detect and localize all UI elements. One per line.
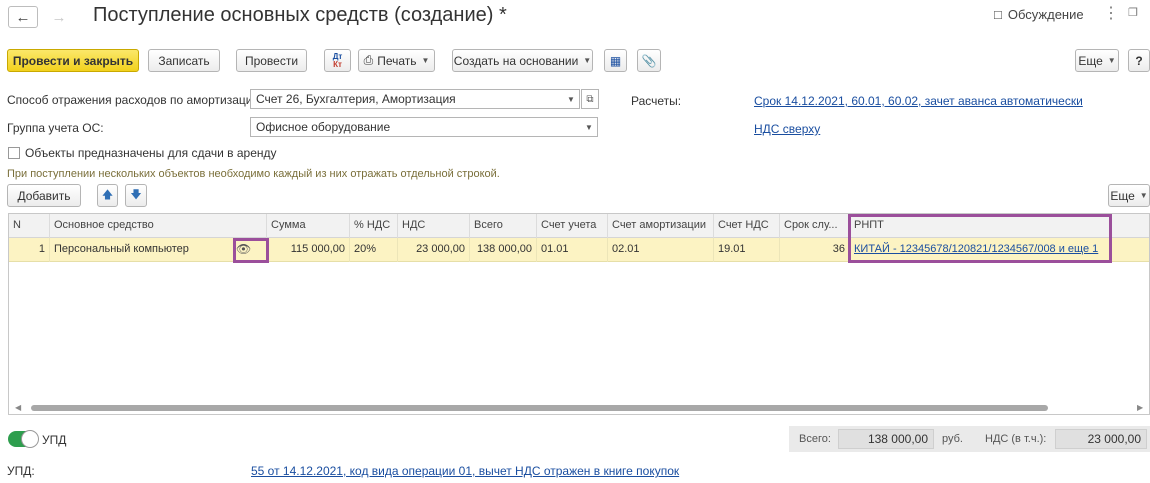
add-button[interactable]: Добавить (7, 184, 81, 207)
move-down-button[interactable]: 🡇 (125, 184, 147, 207)
chevron-down-icon: ▼ (421, 56, 430, 65)
upd-label: УПД: (7, 464, 35, 478)
term-cell[interactable]: 36 (780, 238, 850, 262)
vat-rate-cell[interactable]: 20% (350, 238, 398, 262)
restore-window-icon[interactable]: ❐ (1128, 6, 1138, 19)
move-up-button[interactable]: 🡅 (97, 184, 118, 207)
save-button[interactable]: Записать (148, 49, 220, 72)
view-icon-highlight (233, 238, 269, 263)
scroll-left-icon[interactable]: ◀ (15, 403, 21, 412)
total-cell[interactable]: 138 000,00 (470, 238, 537, 262)
printer-icon: ⎙ (363, 53, 374, 67)
vat-account-cell[interactable]: 19.01 (714, 238, 780, 262)
arrow-down-icon: 🡇 (130, 189, 142, 201)
print-button[interactable]: ⎙ Печать ▼ (358, 49, 435, 72)
chevron-down-icon: ▼ (1139, 191, 1148, 200)
horizontal-scrollbar[interactable]: ◀ ▶ (9, 401, 1149, 413)
column-header[interactable]: Счет учета (537, 214, 608, 238)
depreciation-dropdown[interactable]: ▼ (563, 89, 580, 109)
scrollbar-thumb[interactable] (31, 405, 1048, 411)
vat-total-value: 23 000,00 (1055, 429, 1147, 449)
back-button[interactable]: ← (8, 6, 38, 28)
depreciation-account-cell[interactable]: 02.01 (608, 238, 714, 262)
page-title: Поступление основных средств (создание) … (93, 4, 507, 26)
dt-kt-button[interactable]: Дт Кт (324, 49, 351, 72)
chevron-down-icon: ▼ (585, 122, 593, 132)
arrow-right-icon: → (51, 8, 67, 26)
chevron-down-icon: ▼ (567, 94, 575, 104)
column-header[interactable]: N (9, 214, 50, 238)
more-button[interactable]: Еще ▼ (1075, 49, 1119, 72)
chat-icon: □ (994, 7, 1002, 22)
dt-kt-icon: Дт Кт (332, 51, 343, 69)
create-based-on-button[interactable]: Создать на основании ▼ (452, 49, 593, 72)
sum-cell[interactable]: 115 000,00 (267, 238, 350, 262)
vat-total-label: НДС (в т.ч.): (985, 433, 1047, 445)
totals-panel: Всего: 138 000,00 руб. НДС (в т.ч.): 23 … (789, 426, 1150, 452)
multiple-objects-hint: При поступлении нескольких объектов необ… (7, 168, 500, 180)
post-button[interactable]: Провести (236, 49, 307, 72)
document-structure-icon: ▦ (609, 53, 622, 68)
rnpt-column-highlight (848, 214, 1112, 263)
more-vertical-icon[interactable]: ⋮ (1103, 3, 1119, 23)
lease-label: Объекты предназначены для сдачи в аренду (25, 146, 277, 160)
discussion-button[interactable]: □ Обсуждение (994, 7, 1084, 22)
discussion-label: Обсуждение (1007, 7, 1084, 22)
os-group-dropdown[interactable]: ▼ (581, 117, 598, 137)
upd-link[interactable]: 55 от 14.12.2021, код вида операции 01, … (251, 464, 679, 478)
structure-button[interactable]: ▦ (604, 49, 627, 72)
depreciation-field[interactable]: Счет 26, Бухгалтерия, Амортизация (250, 89, 564, 109)
toggle-knob (21, 430, 39, 448)
column-header[interactable]: Счет НДС (714, 214, 780, 238)
post-and-close-button[interactable]: Провести и закрыть (7, 49, 139, 72)
depreciation-label: Способ отражения расходов по амортизации… (7, 93, 263, 107)
column-header[interactable]: Счет амортизации (608, 214, 714, 238)
vat-on-top-link[interactable]: НДС сверху (754, 122, 820, 136)
total-label: Всего: (799, 433, 831, 445)
paperclip-icon: 📎 (641, 53, 657, 68)
settlements-label: Расчеты: (631, 94, 682, 108)
settlements-link[interactable]: Срок 14.12.2021, 60.01, 60.02, зачет ава… (754, 94, 1083, 108)
column-header[interactable]: Сумма (267, 214, 350, 238)
arrow-left-icon: ← (15, 8, 31, 26)
assets-table[interactable]: N Основное средство Сумма % НДС НДС Всег… (8, 213, 1150, 415)
account-cell[interactable]: 01.01 (537, 238, 608, 262)
column-header[interactable]: Всего (470, 214, 537, 238)
lease-checkbox[interactable] (8, 147, 20, 159)
column-header[interactable]: % НДС (350, 214, 398, 238)
currency-label: руб. (942, 433, 963, 445)
total-value: 138 000,00 (838, 429, 934, 449)
upd-toggle[interactable] (8, 430, 39, 448)
column-header[interactable]: Основное средство (50, 214, 267, 238)
column-header[interactable]: Срок слу... (780, 214, 850, 238)
row-number: 1 (9, 238, 50, 262)
table-more-button[interactable]: Еще ▼ (1108, 184, 1150, 207)
arrow-up-icon: 🡅 (101, 189, 114, 201)
vat-cell[interactable]: 23 000,00 (398, 238, 470, 262)
attach-button[interactable]: 📎 (637, 49, 661, 72)
os-group-label: Группа учета ОС: (7, 121, 104, 135)
depreciation-open-button[interactable]: ⧉ (581, 89, 599, 109)
scroll-right-icon[interactable]: ▶ (1137, 403, 1143, 412)
os-group-field[interactable]: Офисное оборудование (250, 117, 582, 137)
open-icon: ⧉ (586, 93, 594, 105)
chevron-down-icon: ▼ (583, 56, 592, 65)
column-header[interactable]: НДС (398, 214, 470, 238)
forward-button[interactable]: → (44, 6, 74, 28)
help-button[interactable]: ? (1128, 49, 1150, 72)
chevron-down-icon: ▼ (1107, 56, 1116, 65)
upd-toggle-label: УПД (42, 433, 67, 447)
